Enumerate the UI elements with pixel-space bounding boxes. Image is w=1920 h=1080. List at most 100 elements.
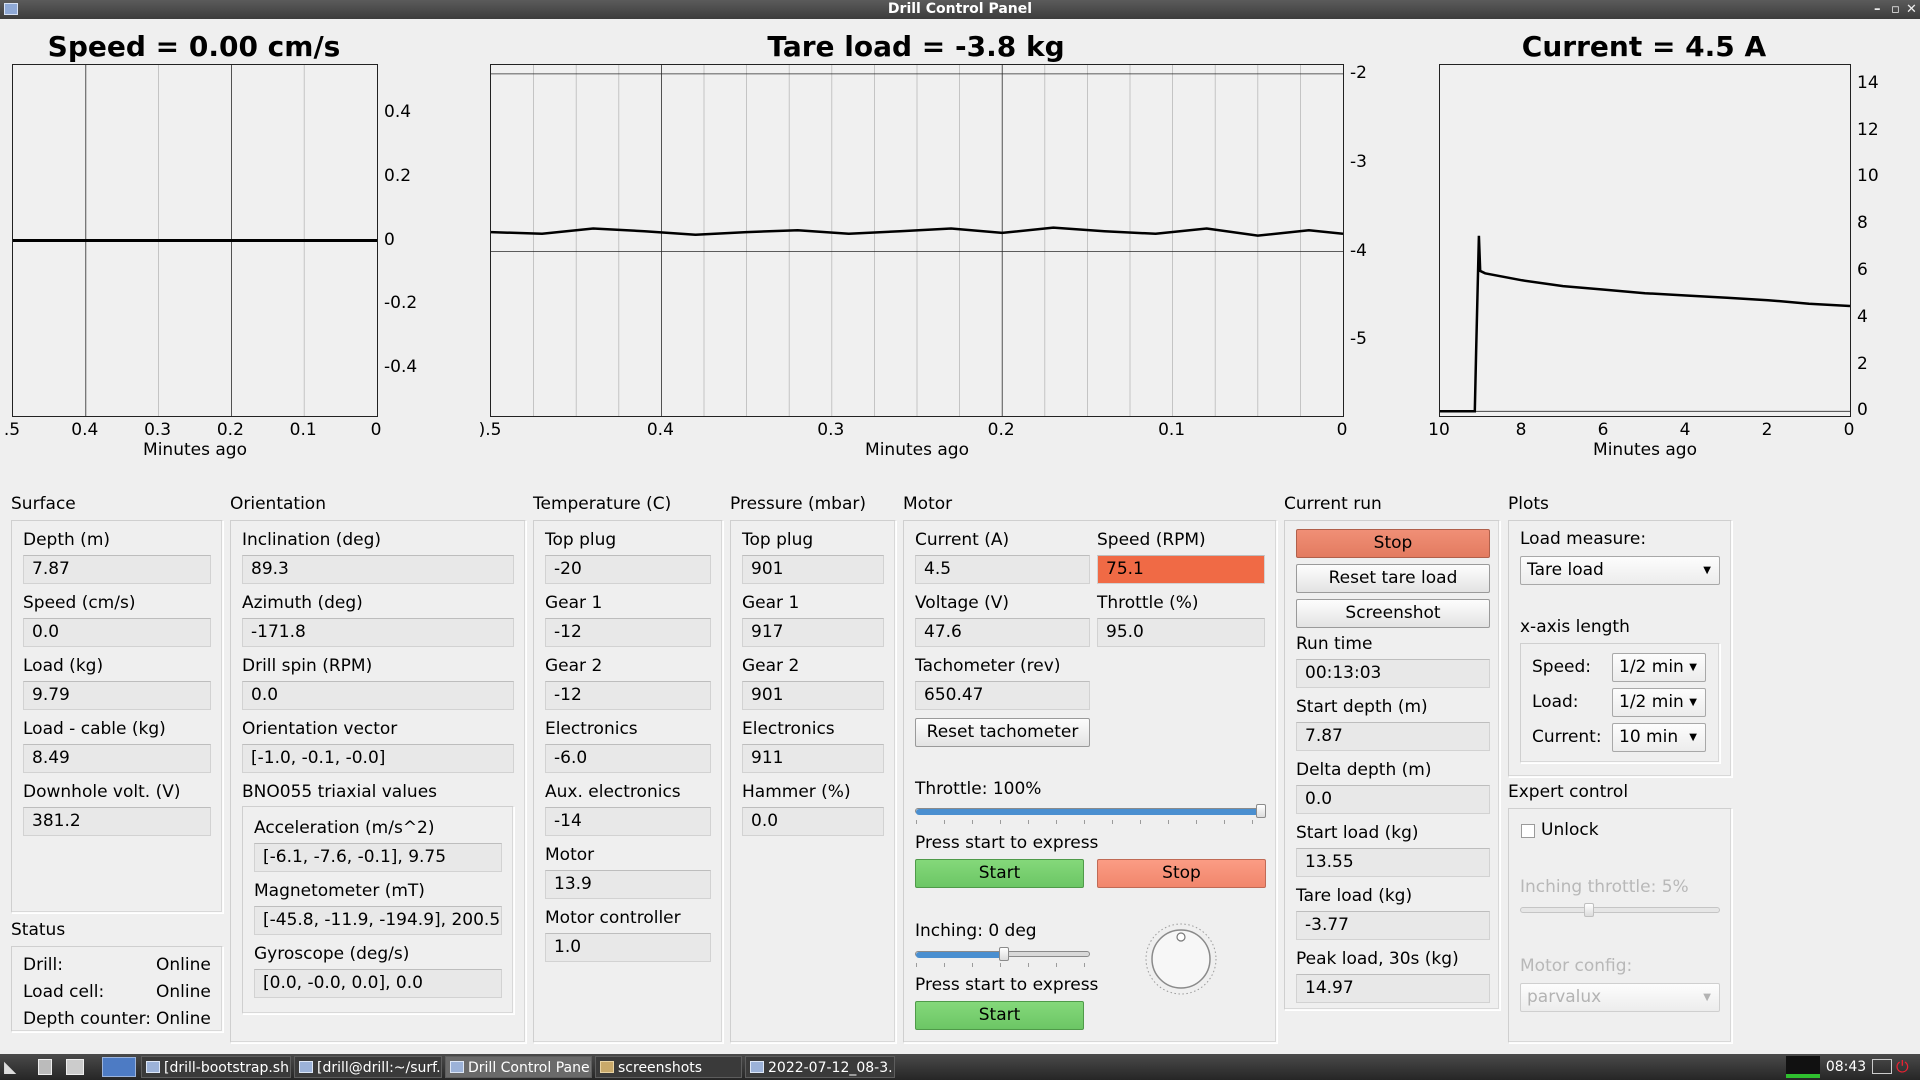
motor-stop-button[interactable]: Stop [1097, 859, 1266, 888]
y-tick-label: 0 [1857, 400, 1868, 421]
clock[interactable]: 08:43 [1824, 1054, 1868, 1080]
y-tick-label: -0.2 [384, 293, 418, 314]
windows-icon[interactable] [66, 1059, 84, 1075]
app-menu-icon[interactable]: ◣ [4, 1057, 26, 1077]
inclination-label: Inclination (deg) [242, 530, 382, 550]
pres-gear1-label: Gear 1 [742, 593, 800, 613]
desktop-icon[interactable] [102, 1057, 136, 1077]
x-tick-label: 0.1 [1158, 420, 1186, 440]
status-loadcell-value: Online [156, 982, 211, 1002]
motor-start-button[interactable]: Start [915, 859, 1084, 888]
chevron-down-icon: ▼ [1703, 992, 1711, 1003]
status-loadcell-label: Load cell: [23, 982, 105, 1002]
temp-gear1-value: -12 [545, 618, 711, 647]
x-tick-label: ).5 [478, 420, 502, 440]
speed-plot[interactable] [12, 64, 378, 417]
file-manager-icon[interactable] [38, 1059, 52, 1075]
y-tick-label: -3 [1350, 151, 1367, 172]
motor-title: Motor [903, 494, 953, 514]
speed-x-label: Minutes ago [143, 440, 247, 460]
throttle-label: Throttle: 100% [915, 779, 1042, 799]
temp-electronics-value: -6.0 [545, 744, 711, 773]
downhole-volt-value: 381.2 [23, 807, 211, 836]
temp-auxelectronics-value: -14 [545, 807, 711, 836]
y-tick-label: -2 [1350, 62, 1367, 83]
temp-motorcontroller-label: Motor controller [545, 908, 681, 928]
motor-config-label: Motor config: [1520, 956, 1633, 976]
temp-topplug-value: -20 [545, 555, 711, 584]
gyroscope-value: [0.0, -0.0, 0.0], 0.0 [254, 969, 502, 998]
y-tick-label: 0.2 [384, 165, 412, 186]
orientation-vector-label: Orientation vector [242, 719, 398, 739]
inching-start-button[interactable]: Start [915, 1001, 1084, 1030]
status-drill-value: Online [156, 955, 211, 975]
temp-motorcontroller-value: 1.0 [545, 933, 711, 962]
inching-throttle-slider[interactable] [1520, 907, 1720, 913]
display-icon[interactable] [1872, 1059, 1892, 1074]
temp-gear1-label: Gear 1 [545, 593, 603, 613]
inclination-value: 89.3 [242, 555, 514, 584]
load-measure-value: Tare load [1527, 560, 1604, 580]
pres-topplug-value: 901 [742, 555, 884, 584]
x-tick-label: 6 [1597, 420, 1609, 440]
reset-tachometer-button[interactable]: Reset tachometer [915, 718, 1090, 747]
throttle-slider-handle[interactable] [1256, 804, 1266, 818]
runtime-value: 00:13:03 [1296, 659, 1490, 688]
motor-current-label: Current (A) [915, 530, 1010, 550]
drill-spin-value: 0.0 [242, 681, 514, 710]
xaxis-speed-select[interactable]: 1/2 min ▼ [1612, 653, 1706, 682]
start-load-label: Start load (kg) [1296, 823, 1419, 843]
downhole-volt-label: Downhole volt. (V) [23, 782, 181, 802]
x-tick-label: 0 [370, 420, 382, 440]
inching-slider-handle[interactable] [998, 947, 1009, 961]
task-screenshots[interactable]: screenshots [595, 1056, 742, 1078]
x-tick-label: 0.2 [987, 420, 1015, 440]
status-drill-label: Drill: [23, 955, 63, 975]
temp-motor-label: Motor [545, 845, 595, 865]
minimize-icon[interactable]: – [1874, 0, 1881, 19]
xaxis-current-value: 10 min [1619, 727, 1679, 747]
window-titlebar[interactable]: Drill Control Panel – ▫ ✕ [0, 0, 1920, 19]
temperature-title: Temperature (C) [533, 494, 672, 514]
xaxis-load-select[interactable]: 1/2 min ▼ [1612, 688, 1706, 717]
power-icon[interactable]: ⏻ [1896, 1057, 1909, 1077]
task-image[interactable]: 2022-07-12_08-3... [745, 1056, 895, 1078]
task-terminal[interactable]: [drill@drill:~/surf... [294, 1056, 442, 1078]
close-icon[interactable]: ✕ [1906, 0, 1917, 19]
inching-throttle-slider-handle[interactable] [1583, 903, 1594, 917]
x-tick-label: 0 [1336, 420, 1348, 440]
task-drill-bootstrap[interactable]: [drill-bootstrap.sh] [141, 1056, 291, 1078]
xaxis-load-label: Load: [1532, 692, 1579, 712]
motor-config-select[interactable]: parvalux ▼ [1520, 983, 1720, 1012]
load-measure-select[interactable]: Tare load ▼ [1520, 556, 1720, 585]
y-tick-label: -5 [1350, 329, 1367, 350]
load-plot[interactable] [490, 64, 1344, 417]
maximize-icon[interactable]: ▫ [1891, 0, 1900, 19]
x-tick-label: 0.1 [289, 420, 317, 440]
xaxis-current-select[interactable]: 10 min ▼ [1612, 723, 1706, 752]
motor-rpm-label: Speed (RPM) [1097, 530, 1206, 550]
image-icon [750, 1061, 764, 1073]
x-tick-label: 4 [1679, 420, 1691, 440]
run-stop-button[interactable]: Stop [1296, 529, 1490, 558]
motor-voltage-value: 47.6 [915, 618, 1090, 647]
inching-dial[interactable] [1144, 922, 1218, 996]
unlock-checkbox[interactable] [1521, 824, 1535, 838]
y-tick-label: 2 [1857, 353, 1868, 374]
reset-tare-button[interactable]: Reset tare load [1296, 564, 1490, 593]
throttle-slider-ticks [916, 820, 1266, 824]
current-plot[interactable] [1439, 64, 1851, 417]
temp-electronics-label: Electronics [545, 719, 638, 739]
peak-load-value: 14.97 [1296, 974, 1490, 1003]
current-run-title: Current run [1284, 494, 1382, 514]
screenshot-button[interactable]: Screenshot [1296, 599, 1490, 628]
terminal-icon [299, 1061, 313, 1073]
current-plot-title: Current = 4.5 A [1521, 30, 1767, 63]
current-series-line [1440, 235, 1850, 413]
current-x-label: Minutes ago [1593, 440, 1697, 460]
inching-label: Inching: 0 deg [915, 921, 1037, 941]
task-drill-control-panel[interactable]: Drill Control Panel [445, 1056, 592, 1078]
pres-gear1-value: 917 [742, 618, 884, 647]
x-tick-label: 0.3 [817, 420, 845, 440]
start-depth-label: Start depth (m) [1296, 697, 1428, 717]
